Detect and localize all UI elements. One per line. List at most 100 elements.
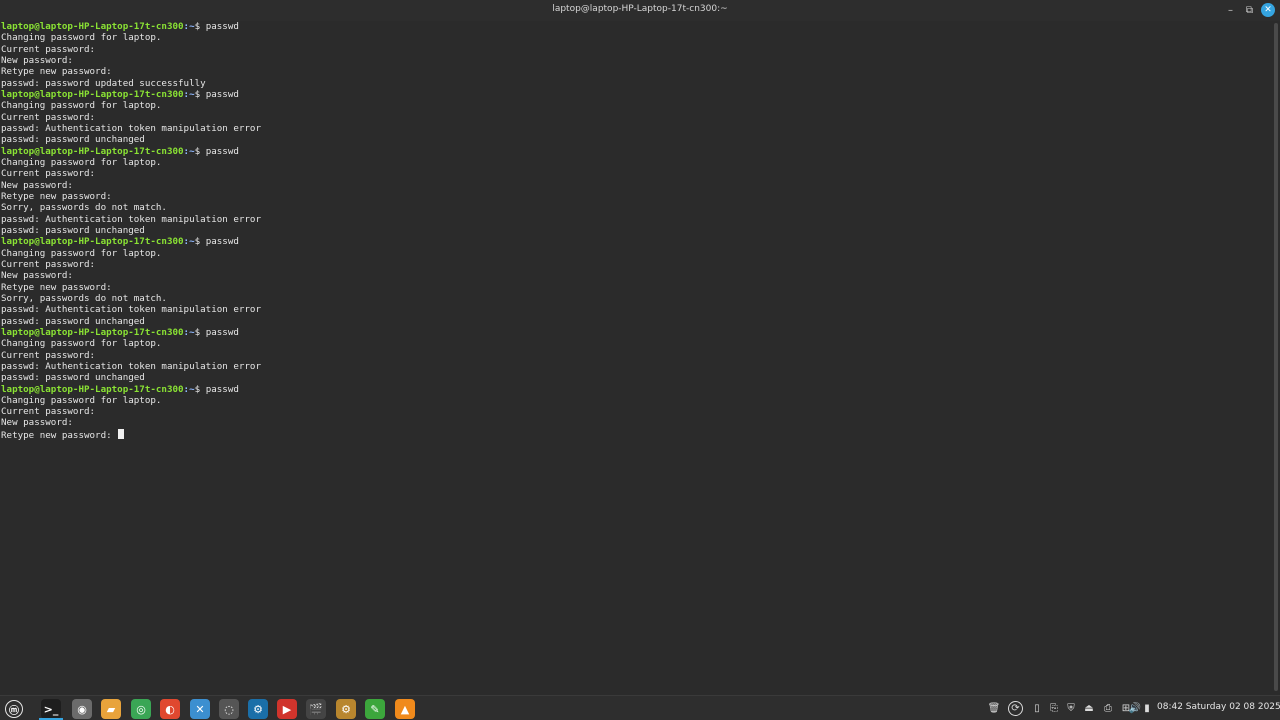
line-text: Retype new password: [1,190,112,202]
clipboard-icon[interactable]: ⎘ [1047,701,1061,715]
terminal-output-line: Current password: [0,168,1272,179]
line-text: Retype new password: [1,281,112,293]
minimize-button[interactable]: – [1223,3,1238,18]
terminal-prompt-line: laptop@laptop-HP-Laptop-17t-cn300:~$ pas… [0,89,1272,100]
terminal-output-line: New password: [0,180,1272,191]
terminal-output-line: passwd: Authentication token manipulatio… [0,361,1272,372]
prompt-symbol: $ [194,326,206,338]
text-editor-app[interactable]: ◉ [72,699,92,719]
line-text: passwd: password unchanged [1,134,145,146]
toggle-icon[interactable]: ▯ [1030,701,1044,715]
line-text: New password: [1,179,73,191]
terminal-output[interactable]: laptop@laptop-HP-Laptop-17t-cn300:~$ pas… [0,21,1272,695]
prompt-user-host: laptop@laptop-HP-Laptop-17t-cn300 [1,326,184,338]
terminal-output-line: Sorry, passwords do not match. [0,202,1272,213]
window-titlebar[interactable]: laptop@laptop-HP-Laptop-17t-cn300:~ – ⧉ … [0,0,1280,21]
command-text: passwd [205,383,239,395]
terminal-output-line: Current password: [0,406,1272,417]
line-text: passwd: Authentication token manipulatio… [1,213,261,225]
terminal-output-line: passwd: Authentication token manipulatio… [0,304,1272,315]
terminal-output-line: Changing password for laptop. [0,395,1272,406]
terminal-input-line[interactable]: Retype new password: [0,428,1272,441]
terminal-output-line: passwd: password unchanged [0,134,1272,145]
terminal-output-line: Current password: [0,112,1272,123]
taskbar: 08:42 Saturday 02 08 2025 ⓜ >_ ◉ ▰ ◎ ◐ ✕ ◌ ⚙ ▶ 🎬 ⚙ ✎… [0,695,1280,720]
line-text: Changing password for laptop. [1,32,162,44]
line-text: Current password: [1,168,96,180]
line-text: passwd: password unchanged [1,372,145,384]
terminal-app[interactable]: >_ [41,699,61,719]
prompt-path: :~ [183,21,195,32]
trash-icon[interactable]: 🗑 [987,701,1001,715]
terminal-output-line: passwd: Authentication token manipulatio… [0,123,1272,134]
terminal-prompt-line: laptop@laptop-HP-Laptop-17t-cn300:~$ pas… [0,236,1272,247]
line-text: Current password: [1,111,96,123]
line-text: passwd: password updated successfully [1,77,206,89]
prompt-symbol: $ [194,383,206,395]
scrollbar-thumb[interactable] [1274,23,1278,691]
battery-icon[interactable]: ▮ [1140,701,1154,715]
drive-icon[interactable]: ⏏ [1082,701,1096,715]
terminal-output-line: Current password: [0,259,1272,270]
settings-app[interactable]: ⚙ [336,699,356,719]
menu-button[interactable]: ⓜ [5,700,23,718]
text-cursor [118,428,125,439]
chrome-app[interactable]: ◎ [131,699,151,719]
prompt-user-host: laptop@laptop-HP-Laptop-17t-cn300 [1,21,184,32]
maximize-button[interactable]: ⧉ [1242,3,1257,18]
terminal-output-line: passwd: Authentication token manipulatio… [0,214,1272,225]
update-icon[interactable]: ⟳ [1008,701,1023,716]
close-button[interactable]: ✕ [1261,3,1275,17]
vlc-app[interactable]: ▲ [395,699,415,719]
line-text: Changing password for laptop. [1,100,162,112]
drawing-app[interactable]: ✎ [365,699,385,719]
line-text: Current password: [1,43,96,55]
terminal-output-line: New password: [0,270,1272,281]
kdenlive-app[interactable]: ✕ [190,699,210,719]
prompt-path: :~ [183,326,195,338]
terminal-output-line: passwd: password unchanged [0,225,1272,236]
line-text: Retype new password: [1,429,118,441]
terminal-output-line: Retype new password: [0,191,1272,202]
printer-icon[interactable]: ⎙ [1101,701,1115,715]
line-text: Changing password for laptop. [1,394,162,406]
line-text: Current password: [1,258,96,270]
line-text: Sorry, passwords do not match. [1,202,167,214]
video-editor-app[interactable]: 🎬 [306,699,326,719]
steam-app[interactable]: ⚙ [248,699,268,719]
terminal-prompt-line: laptop@laptop-HP-Laptop-17t-cn300:~$ pas… [0,384,1272,395]
terminal-output-line: Current password: [0,350,1272,361]
clock[interactable]: 08:42 Saturday 02 08 2025 [1157,702,1280,712]
terminal-output-line: passwd: password unchanged [0,372,1272,383]
command-text: passwd [205,145,239,157]
line-text: Current password: [1,406,96,418]
line-text: Sorry, passwords do not match. [1,292,167,304]
line-text: passwd: password unchanged [1,224,145,236]
terminal-output-line: Current password: [0,44,1272,55]
line-text: Changing password for laptop. [1,338,162,350]
terminal-output-line: Sorry, passwords do not match. [0,293,1272,304]
command-text: passwd [205,236,239,248]
screenshot-app[interactable]: ◐ [160,699,180,719]
shield-icon[interactable]: ⛨ [1064,701,1078,715]
terminal-prompt-line: laptop@laptop-HP-Laptop-17t-cn300:~$ pas… [0,327,1272,338]
terminal-output-line: Changing password for laptop. [0,100,1272,111]
terminal-scrollbar[interactable] [1272,21,1280,695]
line-text: passwd: Authentication token manipulatio… [1,360,261,372]
line-text: passwd: Authentication token manipulatio… [1,122,261,134]
command-text: passwd [205,21,239,32]
prompt-path: :~ [183,236,195,248]
prompt-path: :~ [183,88,195,100]
line-text: passwd: password unchanged [1,315,145,327]
prompt-path: :~ [183,383,195,395]
terminal-output-line: Changing password for laptop. [0,157,1272,168]
system-monitor-app[interactable]: ◌ [219,699,239,719]
prompt-path: :~ [183,145,195,157]
terminal-output-line: New password: [0,417,1272,428]
terminal-prompt-line: laptop@laptop-HP-Laptop-17t-cn300:~$ pas… [0,21,1272,32]
terminal-output-line: Changing password for laptop. [0,338,1272,349]
terminal-output-line: Changing password for laptop. [0,32,1272,43]
files-app[interactable]: ▰ [101,699,121,719]
presentation-app[interactable]: ▶ [277,699,297,719]
line-text: New password: [1,417,73,429]
